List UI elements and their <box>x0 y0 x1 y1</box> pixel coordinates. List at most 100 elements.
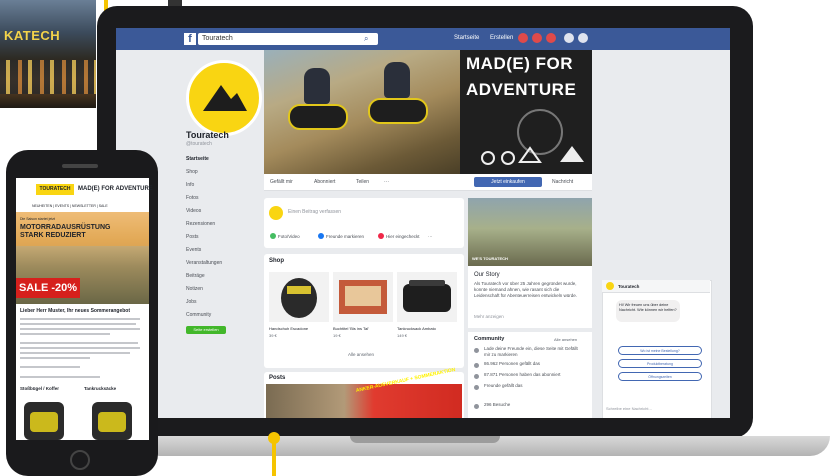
search-icon[interactable]: ⌕ <box>364 34 368 44</box>
sidebar-item-videos[interactable]: Videos <box>186 208 258 217</box>
newsletter-tagline: MAD(E) FOR ADVENTURE <box>78 186 153 192</box>
cover-title-line2: ADVENTURE <box>466 80 577 99</box>
newsletter-section-a[interactable]: Stoßbügel / Koffer <box>20 386 76 391</box>
community-row: 87.871 Personen haben das abonniert <box>484 372 561 377</box>
account-menu-icon[interactable] <box>578 33 588 43</box>
newsletter-nav[interactable]: NEUHEITEN | EVENTS | NEWSLETTER | SALE <box>32 204 108 208</box>
product-price: 39 € <box>269 333 277 338</box>
product-price: 149 € <box>397 333 408 338</box>
composer-avatar <box>269 206 283 220</box>
text-line <box>20 366 80 368</box>
store-lights <box>0 60 96 94</box>
product-name[interactable]: Tankrucksack Ambato <box>397 326 459 331</box>
friends-icon <box>474 385 479 390</box>
phone-home-button[interactable] <box>70 450 90 470</box>
sidebar-item-reviews[interactable]: Rezensionen <box>186 221 258 230</box>
photo-icon <box>270 233 276 239</box>
laptop-notch <box>350 436 500 443</box>
sidebar-item-jobs[interactable]: Jobs <box>186 299 258 308</box>
composer-input[interactable]: Einen Beitrag verfassen <box>288 209 341 215</box>
notifications-icon[interactable] <box>546 33 556 43</box>
friends-icon[interactable] <box>518 33 528 43</box>
product-name[interactable]: Buchtitel 'Bis ins Tal' <box>333 326 395 331</box>
share-button[interactable]: Teilen <box>356 179 369 185</box>
product-image-glove[interactable] <box>269 272 329 322</box>
composer-option-more[interactable]: ··· <box>428 234 433 239</box>
sidebar-item-posts[interactable]: Posts <box>186 234 258 243</box>
posts-title[interactable]: Posts <box>269 375 285 381</box>
chat-quick-reply[interactable]: Produktberatung <box>618 359 702 368</box>
shop-now-button[interactable]: Jetzt einkaufen <box>474 177 542 187</box>
search-input[interactable]: Touratech <box>198 33 378 45</box>
motorcycle-shape <box>288 104 348 130</box>
product-image-bag[interactable] <box>397 272 457 322</box>
chat-quick-reply[interactable]: Öffnungszeiten <box>618 372 702 381</box>
text-line <box>20 376 100 378</box>
video-label: WE'S TOURATECH <box>472 256 508 261</box>
checkin-icon <box>378 233 384 239</box>
sidebar-item-info[interactable]: Info <box>186 182 258 191</box>
sidebar-item-notes[interactable]: Notizen <box>186 286 258 295</box>
header-link-home[interactable]: Startseite <box>454 35 479 41</box>
store-sign: KATECH <box>4 28 61 43</box>
community-row[interactable]: Freunde gefällt das <box>484 383 584 389</box>
glove-icon <box>281 278 317 318</box>
tag-friends-icon <box>318 233 324 239</box>
newsletter-section-b[interactable]: Tankrucksäcke <box>84 386 144 391</box>
header-link-create[interactable]: Erstellen <box>490 35 513 41</box>
sidebar-item-photos[interactable]: Fotos <box>186 195 258 204</box>
sale-badge[interactable]: SALE -20% <box>16 278 80 298</box>
chat-message-input[interactable]: Schreibe eine Nachricht... <box>606 406 652 411</box>
story-more-link[interactable]: Mehr anzeigen <box>474 314 504 319</box>
connector-line <box>272 440 276 476</box>
composer-option-tag[interactable]: Freunde markieren <box>326 234 364 239</box>
facebook-logo-icon[interactable]: f <box>184 33 196 45</box>
create-page-button[interactable]: Seite erstellen <box>186 326 226 334</box>
shop-title[interactable]: Shop <box>269 258 284 264</box>
newsletter-hero-headline: MOTORRADAUSRÜSTUNG STARK REDUZIERT <box>20 224 111 239</box>
text-line <box>20 323 136 325</box>
community-row[interactable]: Lade deine Freunde ein, diese Seite mit … <box>484 346 584 358</box>
cover-photo[interactable] <box>264 50 460 174</box>
bag-icon <box>403 280 451 312</box>
page-handle: @touratech <box>186 141 212 147</box>
product-image-book[interactable] <box>333 272 393 322</box>
help-icon[interactable] <box>564 33 574 43</box>
text-line <box>20 347 140 349</box>
product-name[interactable]: Handschuh Escadone <box>269 326 331 331</box>
shop-see-all-link[interactable]: Alle ansehen <box>348 352 374 357</box>
follow-button[interactable]: Abonniert <box>314 179 335 185</box>
like-button[interactable]: Gefällt mir <box>270 179 293 185</box>
sidebar-item-beitraege[interactable]: Beiträge <box>186 273 258 282</box>
invite-icon <box>474 348 479 353</box>
store-photo: KATECH <box>0 0 96 108</box>
chat-title: Touratech <box>618 284 640 289</box>
visits-icon <box>474 404 479 409</box>
composer-option-photo[interactable]: Foto/Video <box>278 234 300 239</box>
sidebar-item-community[interactable]: Community <box>186 312 258 321</box>
text-line <box>20 333 110 335</box>
messages-icon[interactable] <box>532 33 542 43</box>
chat-message-bubble: Hi! Wir freuen uns über deine Nachricht.… <box>616 300 680 322</box>
product-accent <box>98 412 126 432</box>
composer-option-checkin[interactable]: Hier eingecheckt <box>386 234 420 239</box>
page-name[interactable]: Touratech <box>186 130 229 140</box>
newsletter-product-image[interactable] <box>24 402 64 440</box>
connector-dot <box>268 432 280 444</box>
page-avatar[interactable] <box>186 60 262 136</box>
motorcycle-shape <box>368 98 428 124</box>
sidebar-item-home[interactable]: Startseite <box>186 156 258 165</box>
more-button[interactable]: ··· <box>384 179 389 185</box>
story-text: Als Touratech vor über 25 Jahren gegründ… <box>474 281 578 298</box>
post-composer <box>264 198 464 248</box>
sidebar-item-events[interactable]: Events <box>186 247 258 256</box>
sidebar-item-veranstaltungen[interactable]: Veranstaltungen <box>186 260 258 269</box>
community-title[interactable]: Community <box>474 336 504 342</box>
story-title[interactable]: Our Story <box>474 272 500 278</box>
message-button[interactable]: Nachricht <box>552 179 573 185</box>
chat-quick-reply[interactable]: Wo ist meine Bestellung? <box>618 346 702 355</box>
newsletter-product-image[interactable] <box>92 402 132 440</box>
sidebar-item-shop[interactable]: Shop <box>186 169 258 178</box>
newsletter-logo[interactable]: TOURATECH <box>36 184 74 195</box>
community-see-all-link[interactable]: Alle ansehen <box>554 337 577 342</box>
